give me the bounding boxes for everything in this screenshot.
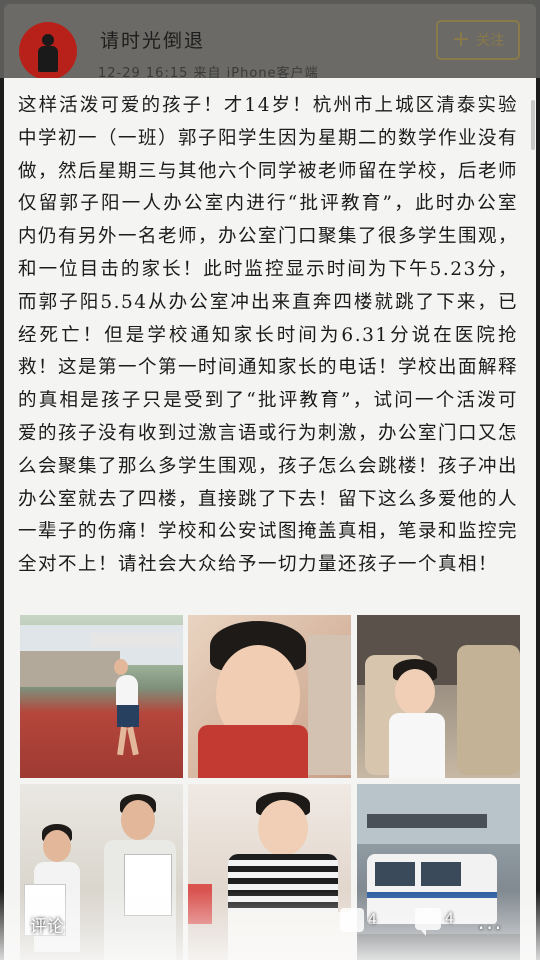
avatar-figure-body	[38, 46, 58, 72]
photo-boy-closeup[interactable]	[188, 615, 351, 778]
post-text: 这样活泼可爱的孩子！才14岁！杭州市上城区清泰实验中学初一（一班）郭子阳学生因为…	[18, 95, 519, 576]
like-button[interactable]: 4	[340, 908, 377, 932]
photo-running-track[interactable]	[20, 615, 183, 778]
comment-label[interactable]: 评论	[30, 912, 64, 937]
like-count: 4	[368, 912, 377, 928]
avatar[interactable]	[19, 22, 77, 80]
scrollbar[interactable]	[531, 100, 535, 150]
comment-count: 4	[445, 911, 454, 927]
comment-button[interactable]: 4	[415, 908, 454, 936]
more-options-icon[interactable]: ...	[478, 910, 503, 934]
username[interactable]: 请时光倒退	[100, 26, 205, 53]
follow-button[interactable]: + 关注	[436, 20, 520, 60]
follow-label: 关注	[476, 33, 505, 49]
photo-boy-in-car[interactable]	[357, 615, 520, 778]
comment-icon	[415, 908, 441, 936]
action-bar	[0, 890, 540, 960]
like-icon	[340, 908, 364, 932]
avatar-figure-icon	[42, 34, 54, 46]
plus-icon: +	[451, 27, 471, 52]
